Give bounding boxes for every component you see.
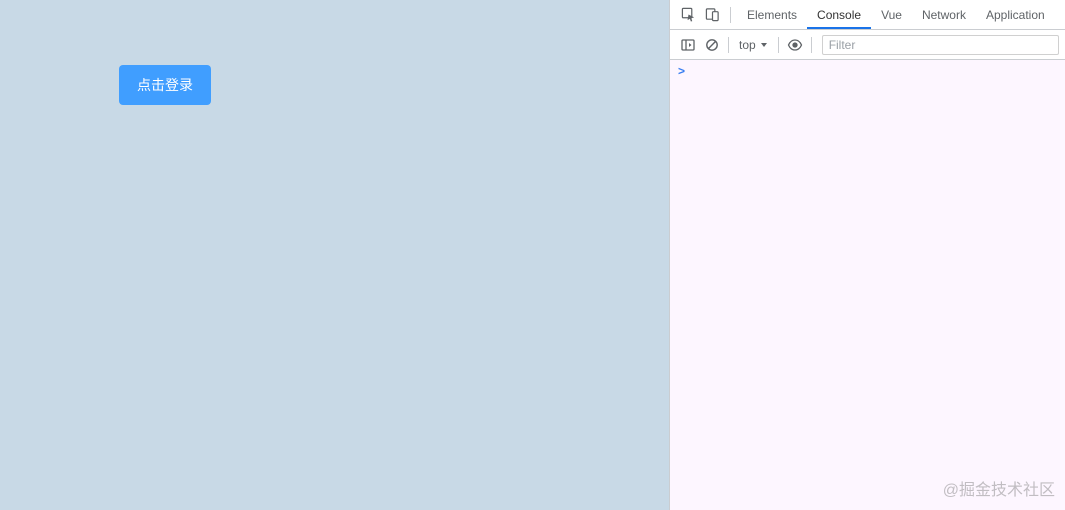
console-prompt-caret: >	[678, 64, 685, 78]
execution-context-selector[interactable]: top	[733, 38, 774, 52]
clear-console-icon[interactable]	[700, 32, 724, 58]
console-toolbar: top	[670, 30, 1065, 60]
tab-network[interactable]: Network	[912, 1, 976, 29]
filter-input[interactable]	[823, 38, 1058, 52]
toggle-device-toolbar-icon[interactable]	[700, 1, 724, 29]
console-output[interactable]: >	[670, 60, 1065, 510]
tab-elements[interactable]: Elements	[737, 1, 807, 29]
tab-console[interactable]: Console	[807, 1, 871, 29]
toggle-console-sidebar-icon[interactable]	[676, 32, 700, 58]
live-expression-eye-icon[interactable]	[783, 32, 807, 58]
devtools-panel: Elements Console Vue Network Application…	[669, 0, 1065, 510]
watermark-text: @掘金技术社区	[943, 476, 1055, 500]
separator	[811, 37, 812, 53]
separator	[778, 37, 779, 53]
inspect-element-icon[interactable]	[676, 1, 700, 29]
filter-field[interactable]	[822, 35, 1059, 55]
separator	[728, 37, 729, 53]
tab-application[interactable]: Application	[976, 1, 1055, 29]
separator	[730, 7, 731, 23]
tab-vue[interactable]: Vue	[871, 1, 912, 29]
login-button[interactable]: 点击登录	[119, 65, 211, 105]
chevron-down-icon	[760, 41, 768, 49]
context-label: top	[739, 38, 756, 52]
devtools-tab-bar: Elements Console Vue Network Application	[670, 0, 1065, 30]
app-viewport: 点击登录	[0, 0, 669, 510]
